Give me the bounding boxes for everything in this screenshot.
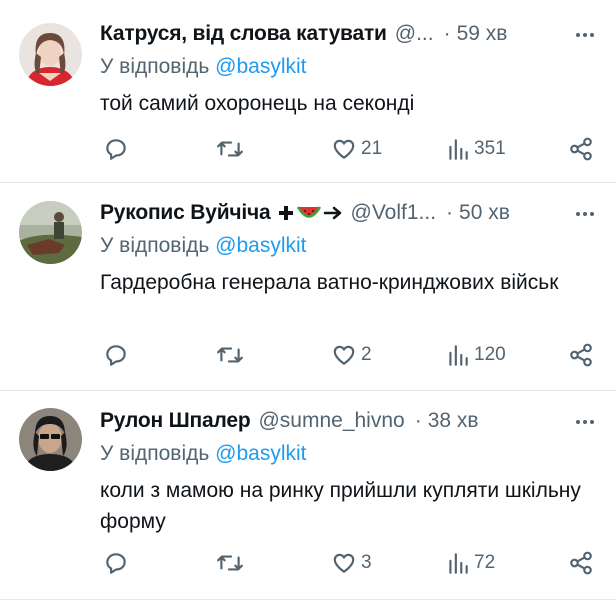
author-handle[interactable]: @... (395, 22, 434, 46)
avatar[interactable] (19, 408, 82, 471)
retweet-button[interactable] (216, 548, 244, 578)
reply-prefix: У відповідь (100, 55, 210, 78)
author-name[interactable]: Рулон Шпалер (100, 409, 251, 433)
like-button[interactable]: 21 (331, 134, 382, 164)
reply-icon (106, 345, 126, 366)
share-icon (570, 551, 592, 575)
author-name[interactable]: Рукопис Вуйчіча (100, 201, 271, 225)
like-count: 21 (361, 138, 383, 159)
tweet[interactable]: Рулон Шпалер @sumne_hivno · 38 хв У відп… (0, 391, 616, 600)
reply-button[interactable] (103, 548, 129, 578)
like-button[interactable]: 2 (331, 340, 372, 370)
tweet-actions: 21 351 (100, 134, 594, 164)
tweet-text: Гардеробна генерала ватно-кринджових вій… (100, 271, 559, 294)
timestamp[interactable]: 38 хв (428, 409, 479, 433)
tweet[interactable]: Рукопис Вуйчіча @Volf1... · 50 хв У відп… (0, 183, 616, 391)
reply-icon (106, 139, 126, 160)
reply-button[interactable] (103, 134, 129, 164)
heart-icon (333, 345, 355, 365)
view-count: 351 (474, 138, 506, 159)
analytics-icon (449, 345, 468, 366)
like-count: 2 (361, 344, 372, 365)
author-name[interactable]: Катруся, від слова катувати (100, 22, 387, 46)
retweet-icon (217, 347, 243, 363)
separator-dot: · (443, 22, 451, 45)
reply-mention-link[interactable]: @basylkit (215, 234, 306, 257)
reply-context: У відповідь @basylkit (100, 229, 616, 263)
share-icon (570, 137, 592, 161)
timestamp[interactable]: 50 хв (459, 201, 510, 225)
heart-icon (333, 553, 355, 573)
heart-icon (333, 139, 355, 159)
arrow-icon (323, 206, 341, 220)
like-count: 3 (361, 552, 372, 573)
analytics-icon (449, 139, 468, 160)
name-emojis (277, 204, 343, 222)
views-button[interactable]: 72 (446, 548, 495, 578)
like-button[interactable]: 3 (331, 548, 372, 578)
analytics-icon (449, 553, 468, 574)
tweet-actions: 3 72 (100, 548, 594, 578)
share-button[interactable] (568, 340, 594, 370)
retweet-icon (217, 555, 243, 571)
separator-dot: · (414, 409, 422, 432)
watermelon-icon (296, 206, 321, 218)
views-button[interactable]: 120 (446, 340, 506, 370)
share-button[interactable] (568, 548, 594, 578)
tweet-text: той самий охоронець на секонді (100, 92, 415, 115)
reply-mention-link[interactable]: @basylkit (215, 442, 306, 465)
tweet[interactable]: Катруся, від слова катувати @... · 59 хв… (0, 0, 616, 183)
reply-context: У відповідь @basylkit (100, 50, 616, 84)
share-button[interactable] (568, 134, 594, 164)
author-handle[interactable]: @Volf1... (351, 201, 437, 225)
reply-mention-link[interactable]: @basylkit (215, 55, 306, 78)
author-handle[interactable]: @sumne_hivno (258, 409, 404, 433)
avatar[interactable] (19, 201, 82, 264)
plus-icon (278, 206, 293, 220)
more-options-icon[interactable] (576, 211, 594, 217)
tweet-header: Катруся, від слова катувати @... · 59 хв (100, 18, 616, 50)
reply-button[interactable] (103, 340, 129, 370)
retweet-icon (217, 141, 243, 157)
tweet-text: коли з мамою на ринку прийшли купляти шк… (100, 479, 581, 533)
reply-icon (106, 553, 126, 574)
tweet-actions: 2 120 (100, 340, 594, 370)
retweet-button[interactable] (216, 134, 244, 164)
reply-prefix: У відповідь (100, 234, 210, 257)
timestamp[interactable]: 59 хв (457, 22, 508, 46)
share-icon (570, 343, 592, 367)
tweet-header: Рулон Шпалер @sumne_hivno · 38 хв (100, 405, 616, 437)
views-button[interactable]: 351 (446, 134, 506, 164)
view-count: 72 (474, 552, 496, 573)
more-options-icon[interactable] (576, 419, 594, 425)
retweet-button[interactable] (216, 340, 244, 370)
more-options-icon[interactable] (576, 32, 594, 38)
separator-dot: · (446, 201, 454, 224)
tweet-header: Рукопис Вуйчіча @Volf1... · 50 хв (100, 197, 616, 229)
reply-context: У відповідь @basylkit (100, 437, 616, 471)
view-count: 120 (474, 344, 506, 365)
reply-prefix: У відповідь (100, 442, 210, 465)
avatar[interactable] (19, 23, 82, 86)
